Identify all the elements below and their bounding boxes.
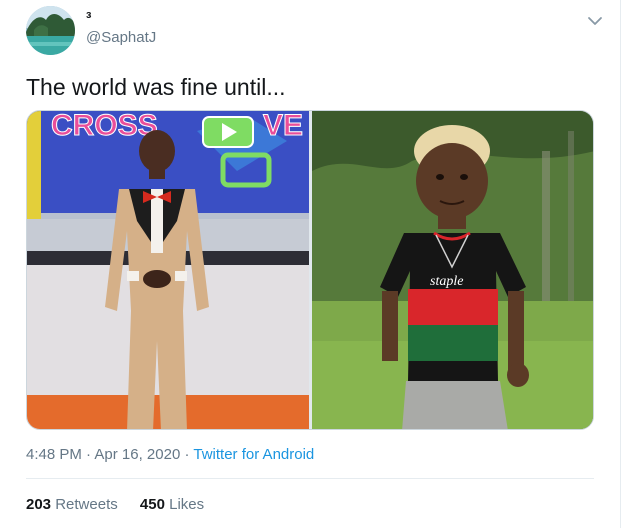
tweet-meta: 4:48 PM · Apr 16, 2020 · Twitter for And… — [26, 446, 314, 464]
tweet-header: з @SaphatJ — [26, 6, 606, 58]
divider — [26, 478, 594, 479]
user-handle[interactable]: @SaphatJ — [86, 29, 156, 47]
likes-stat[interactable]: 450 Likes — [140, 496, 204, 513]
display-name[interactable]: з — [86, 9, 91, 21]
avatar[interactable] — [26, 6, 75, 55]
meta-separator: · — [184, 446, 190, 463]
tweet-time[interactable]: 4:48 PM — [26, 446, 82, 463]
chevron-down-icon[interactable] — [584, 10, 606, 32]
retweets-stat[interactable]: 203 Retweets — [26, 496, 118, 513]
tweet-text: The world was fine until... — [26, 74, 286, 100]
retweets-count: 203 — [26, 496, 52, 513]
shirt-text: staple — [430, 274, 463, 289]
photo-boy-in-suit[interactable]: CROSS VE — [27, 111, 309, 429]
likes-label: Likes — [169, 496, 205, 513]
likes-count: 450 — [139, 496, 165, 513]
tweet-date[interactable]: Apr 16, 2020 — [94, 446, 180, 463]
sign-text: CROSS — [51, 111, 158, 142]
tweet-card: з @SaphatJ The world was fine until... C… — [0, 0, 621, 528]
tweet-source-link[interactable]: Twitter for Android — [193, 446, 314, 463]
meta-separator: · — [86, 446, 92, 463]
retweets-label: Retweets — [55, 496, 118, 513]
photo-boy-in-tshirt[interactable]: staple — [312, 111, 593, 429]
sign-text-2: VE — [263, 111, 303, 142]
tweet-media: CROSS VE staple — [26, 110, 594, 430]
avatar-image — [26, 6, 75, 55]
tweet-stats: 203 Retweets 450 Likes — [26, 496, 204, 514]
